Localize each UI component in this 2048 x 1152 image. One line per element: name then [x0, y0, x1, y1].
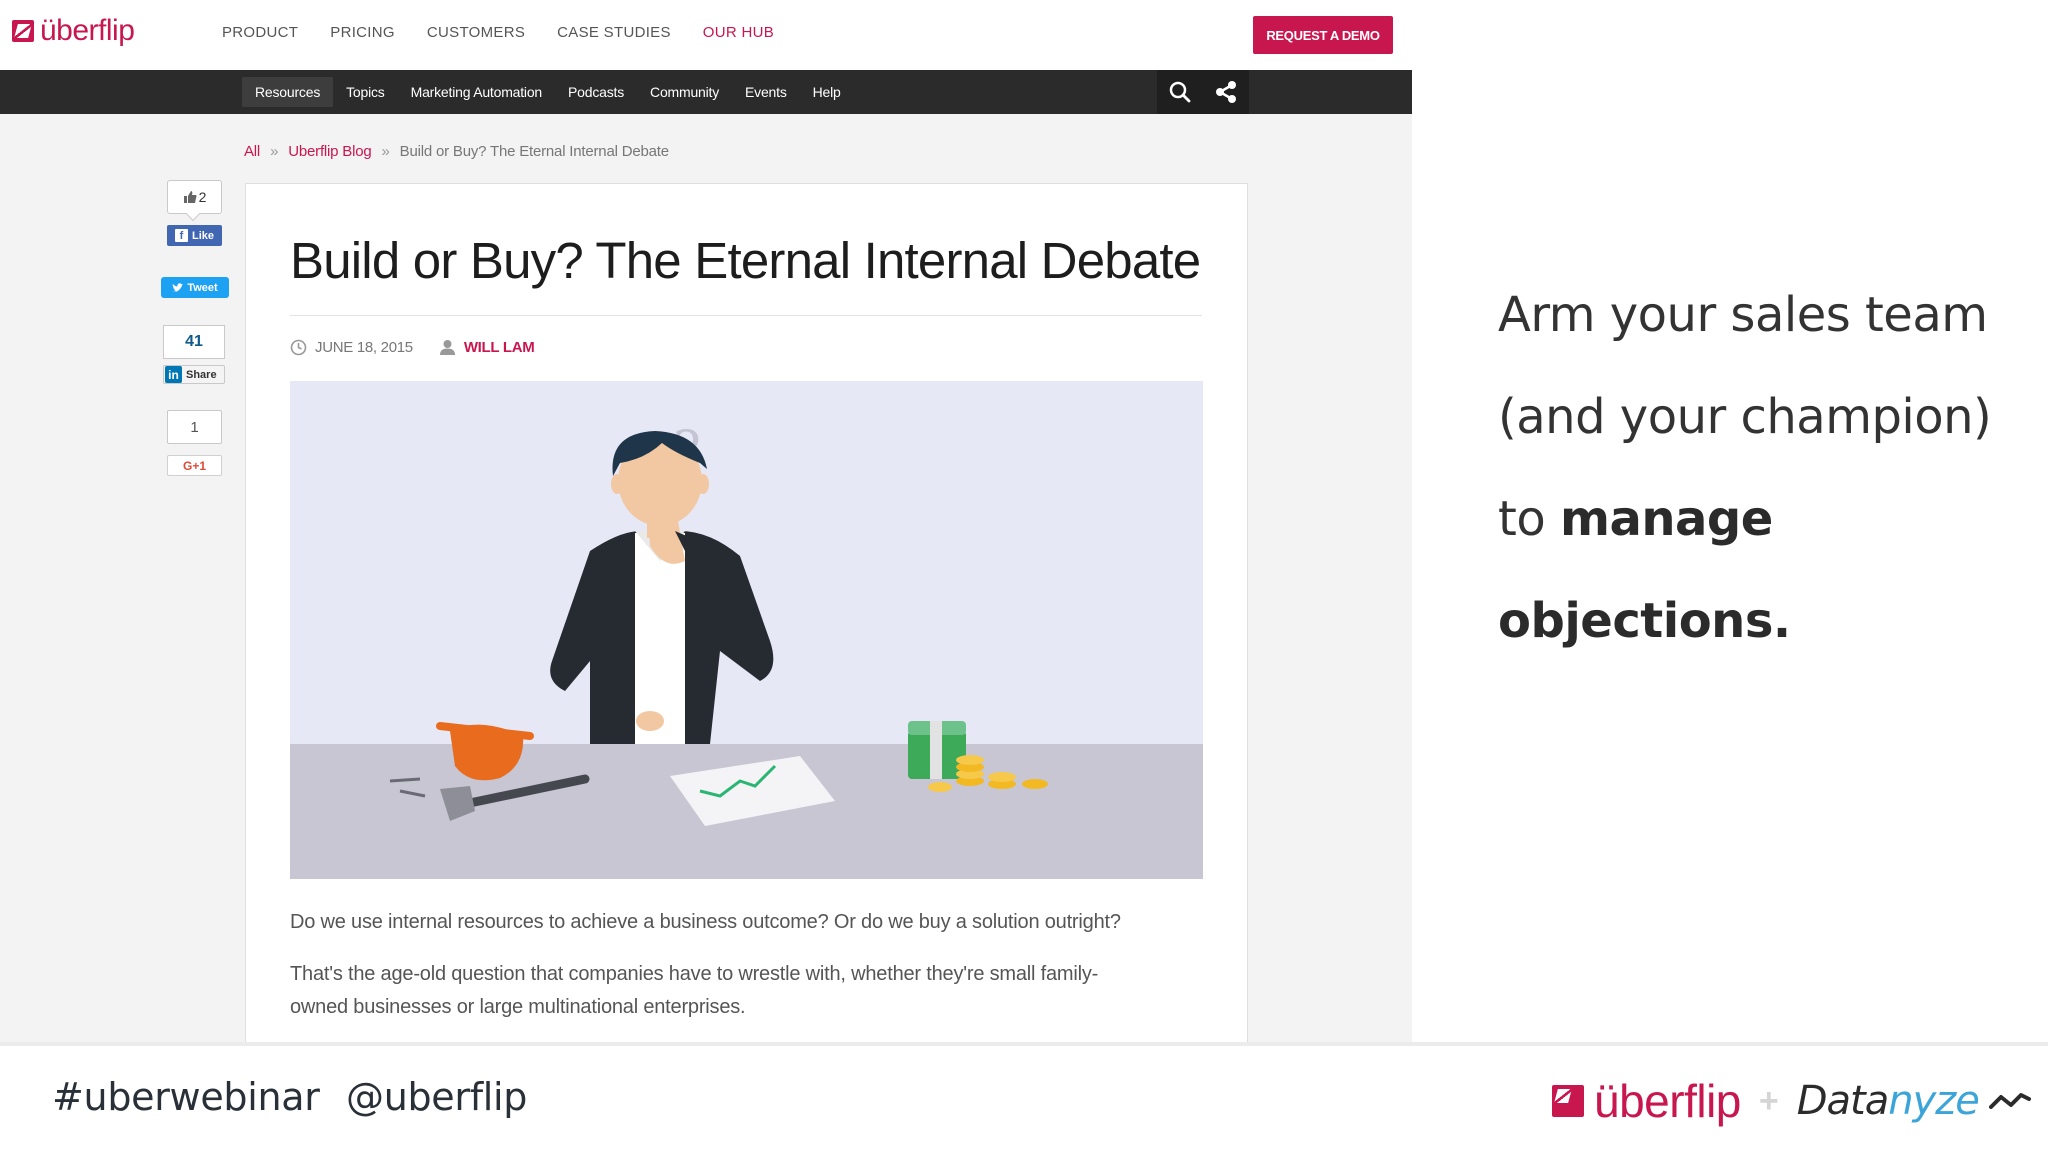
subnav-events[interactable]: Events — [732, 77, 800, 107]
callout-line-3: to manage — [1498, 468, 2018, 570]
footer-datanyze-logo: Datanyze — [1796, 1078, 1980, 1124]
share-button[interactable] — [1203, 70, 1249, 114]
uberflip-logo[interactable]: überflip — [12, 14, 135, 48]
datanyze-wave-icon — [1988, 1093, 2031, 1109]
tweet-label: Tweet — [187, 281, 218, 294]
nav-customers[interactable]: CUSTOMERS — [427, 24, 525, 41]
facebook-icon: f — [174, 229, 188, 242]
nav-product[interactable]: PRODUCT — [222, 24, 298, 41]
thumbs-up-icon — [183, 191, 197, 203]
nav-pricing[interactable]: PRICING — [330, 24, 395, 41]
facebook-like-count: 2 — [167, 180, 222, 214]
breadcrumb: All » Uberflip Blog » Build or Buy? The … — [244, 143, 669, 160]
datanyze-logo-part-2: nyze — [1888, 1078, 1980, 1124]
article-title: Build or Buy? The Eternal Internal Debat… — [290, 232, 1201, 289]
facebook-like-label: Like — [191, 229, 214, 242]
tweet-button[interactable]: Tweet — [161, 277, 229, 298]
user-icon — [439, 340, 455, 355]
hero-illustration: ? — [290, 381, 1203, 879]
secondary-navigation: Resources Topics Marketing Automation Po… — [0, 70, 1412, 114]
slide-footer: #uberwebinar @uberflip überflip + Datany… — [0, 1042, 2048, 1152]
primary-nav: PRODUCT PRICING CUSTOMERS CASE STUDIES O… — [222, 24, 774, 41]
slide-callout: Arm your sales team (and your champion) … — [1498, 264, 2018, 672]
top-navigation: überflip PRODUCT PRICING CUSTOMERS CASE … — [0, 0, 1412, 70]
breadcrumb-blog[interactable]: Uberflip Blog — [288, 143, 371, 160]
breadcrumb-current: Build or Buy? The Eternal Internal Debat… — [399, 143, 669, 160]
article-author[interactable]: WILL LAM — [464, 339, 535, 356]
twitter-bird-icon — [172, 282, 184, 292]
breadcrumb-separator: » — [381, 143, 390, 160]
breadcrumb-all[interactable]: All — [244, 143, 260, 160]
subnav-podcasts[interactable]: Podcasts — [555, 77, 637, 107]
callout-line-3-bold: manage — [1559, 491, 1773, 547]
google-plus-button[interactable]: G+1 — [167, 455, 222, 476]
uberflip-logo-text: überflip — [40, 14, 135, 47]
article-paragraph-1: Do we use internal resources to achieve … — [290, 911, 1121, 933]
search-button[interactable] — [1157, 70, 1203, 114]
share-icon — [1216, 81, 1236, 103]
callout-line-1: Arm your sales team — [1498, 287, 1988, 343]
subnav-community[interactable]: Community — [637, 77, 732, 107]
clock-icon — [290, 339, 307, 356]
article-card: Build or Buy? The Eternal Internal Debat… — [245, 183, 1248, 1042]
subnav-items: Resources Topics Marketing Automation Po… — [242, 70, 854, 114]
article-paragraph-2-line-2: owned businesses or large multinational … — [290, 996, 746, 1018]
facebook-like-button[interactable]: f Like — [167, 225, 222, 246]
nav-case-studies[interactable]: CASE STUDIES — [557, 24, 671, 41]
footer-uberflip-mark — [1552, 1085, 1584, 1117]
callout-line-3-prefix: to — [1498, 491, 1546, 547]
callout-line-2: (and your champion) — [1498, 389, 1992, 445]
footer-hashtag: #uberwebinar — [52, 1075, 320, 1119]
footer-handle: @uberflip — [346, 1075, 528, 1119]
illustration-art: ? — [389, 421, 1048, 826]
footer-plus: + — [1758, 1081, 1779, 1120]
article-meta: JUNE 18, 2015 WILL LAM — [290, 339, 535, 356]
facebook-count-value: 2 — [198, 189, 207, 205]
linkedin-share-button[interactable]: in Share — [163, 365, 225, 384]
request-demo-button[interactable]: REQUEST A DEMO — [1253, 16, 1393, 54]
callout-line-4-bold: objections. — [1498, 593, 1791, 649]
search-icon — [1169, 81, 1191, 103]
breadcrumb-separator: » — [270, 143, 279, 160]
subnav-marketing-automation[interactable]: Marketing Automation — [398, 77, 555, 107]
linkedin-share-label: Share — [186, 368, 217, 381]
browser-screenshot: überflip PRODUCT PRICING CUSTOMERS CASE … — [0, 0, 1412, 1042]
article-paragraph-2-line-1: That's the age-old question that compani… — [290, 963, 1099, 985]
subnav-topics[interactable]: Topics — [333, 77, 397, 107]
nav-our-hub[interactable]: OUR HUB — [703, 24, 774, 41]
subnav-resources[interactable]: Resources — [242, 77, 334, 107]
google-plus-count: 1 — [167, 410, 222, 444]
linkedin-icon: in — [165, 366, 182, 383]
article-date: JUNE 18, 2015 — [315, 339, 413, 356]
footer-uberflip-logo: überflip — [1594, 1075, 1741, 1127]
datanyze-logo-part-1: Data — [1796, 1078, 1890, 1124]
linkedin-share-count: 41 — [163, 325, 225, 359]
footer-partner-logos: überflip + Datanyze — [1552, 1074, 2031, 1128]
uberflip-logo-mark — [12, 20, 34, 42]
callout-line-4: objections. — [1498, 570, 2018, 672]
subnav-help[interactable]: Help — [800, 77, 854, 107]
title-divider — [290, 315, 1202, 316]
